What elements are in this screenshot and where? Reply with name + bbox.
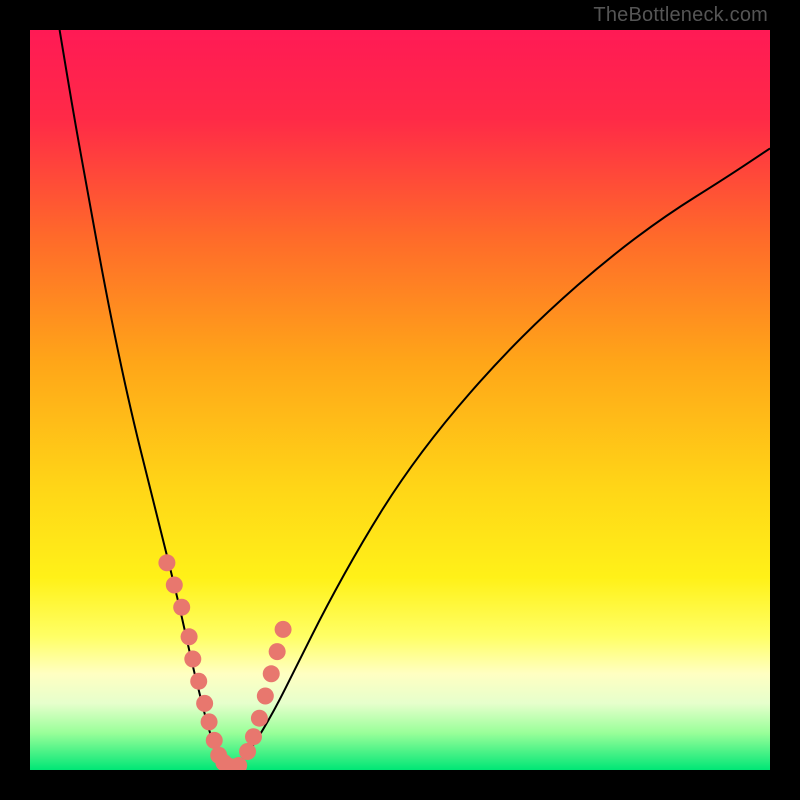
sample-dot [173,599,190,616]
watermark-text: TheBottleneck.com [593,4,768,27]
sample-dot [263,665,280,682]
sample-dot [196,695,213,712]
sample-dot [181,628,198,645]
sample-dot [275,621,292,638]
sample-dot [201,713,218,730]
sample-dots [158,554,291,770]
sample-dot [206,732,223,749]
chart-frame: TheBottleneck.com [0,0,800,800]
sample-dot [245,728,262,745]
sample-dot [239,743,256,760]
sample-dot [251,710,268,727]
curve-layer [30,30,770,770]
sample-dot [166,577,183,594]
sample-dot [190,673,207,690]
bottleneck-curve [60,30,770,769]
sample-dot [257,688,274,705]
sample-dot [269,643,286,660]
plot-area [30,30,770,770]
sample-dot [184,651,201,668]
sample-dot [158,554,175,571]
